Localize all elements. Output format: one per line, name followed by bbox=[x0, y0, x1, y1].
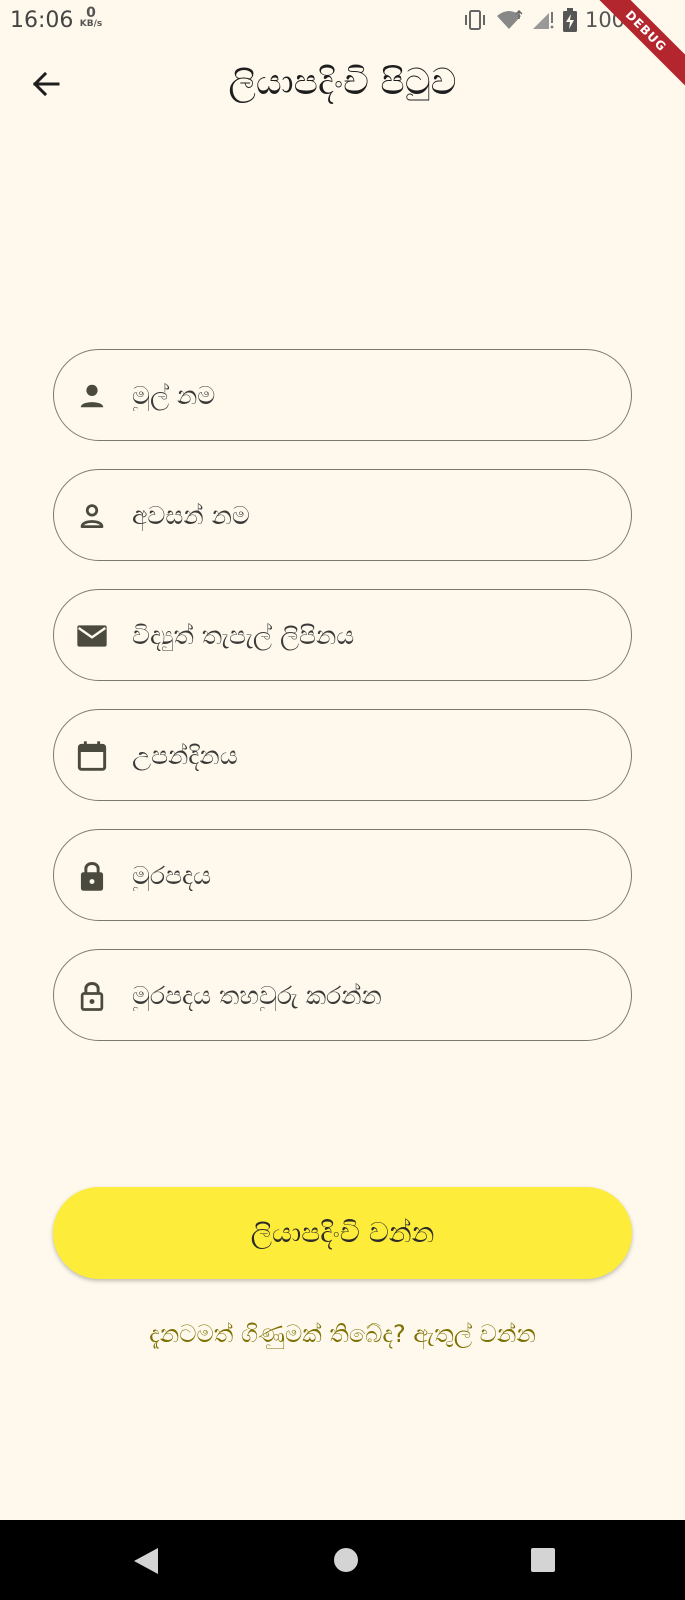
confirm-password-field[interactable] bbox=[53, 949, 632, 1041]
lock-outline-icon bbox=[76, 980, 108, 1012]
last-name-field[interactable] bbox=[53, 469, 632, 561]
last-name-input[interactable] bbox=[132, 470, 612, 560]
vibrate-icon bbox=[463, 9, 487, 31]
birthday-field[interactable] bbox=[53, 709, 632, 801]
nav-home-icon[interactable] bbox=[333, 1547, 359, 1577]
first-name-field[interactable] bbox=[53, 349, 632, 441]
system-nav-bar bbox=[0, 1520, 685, 1600]
person-icon bbox=[76, 380, 108, 412]
nav-recents-icon[interactable] bbox=[531, 1548, 555, 1576]
email-field[interactable] bbox=[53, 589, 632, 681]
signal-icon bbox=[531, 9, 555, 31]
status-bar: 16:06 0 KB/s 100% bbox=[0, 0, 685, 42]
person-outline-icon bbox=[76, 500, 108, 532]
app-bar: ලියාපදිංචි පිටුව bbox=[0, 42, 685, 132]
register-screen: 16:06 0 KB/s 100% DEBUG ලියාපදිංචි පිටුව… bbox=[0, 0, 685, 1600]
page-title: ලියාපදිංචි පිටුව bbox=[228, 62, 457, 103]
password-input[interactable] bbox=[132, 830, 612, 920]
wifi-icon bbox=[495, 9, 523, 31]
battery-charging-icon bbox=[562, 8, 577, 32]
confirm-password-input[interactable] bbox=[132, 950, 612, 1040]
email-input[interactable] bbox=[132, 590, 612, 680]
network-speed: 0 KB/s bbox=[76, 6, 106, 29]
mail-icon bbox=[76, 620, 108, 652]
login-link[interactable]: දැනටමත් ගිණුමක් තිබේද? ඇතුල් වන්න bbox=[0, 1320, 685, 1348]
first-name-input[interactable] bbox=[132, 350, 612, 440]
status-time: 16:06 bbox=[10, 8, 74, 33]
network-speed-value: 0 bbox=[86, 5, 96, 21]
lock-icon bbox=[76, 860, 108, 892]
register-button[interactable]: ලියාපදිංචි වන්න bbox=[53, 1187, 632, 1279]
network-speed-unit: KB/s bbox=[79, 19, 103, 29]
nav-back-icon[interactable] bbox=[132, 1546, 160, 1580]
password-field[interactable] bbox=[53, 829, 632, 921]
birthday-input[interactable] bbox=[132, 710, 612, 800]
registration-form bbox=[53, 349, 632, 1069]
calendar-icon bbox=[76, 740, 108, 772]
